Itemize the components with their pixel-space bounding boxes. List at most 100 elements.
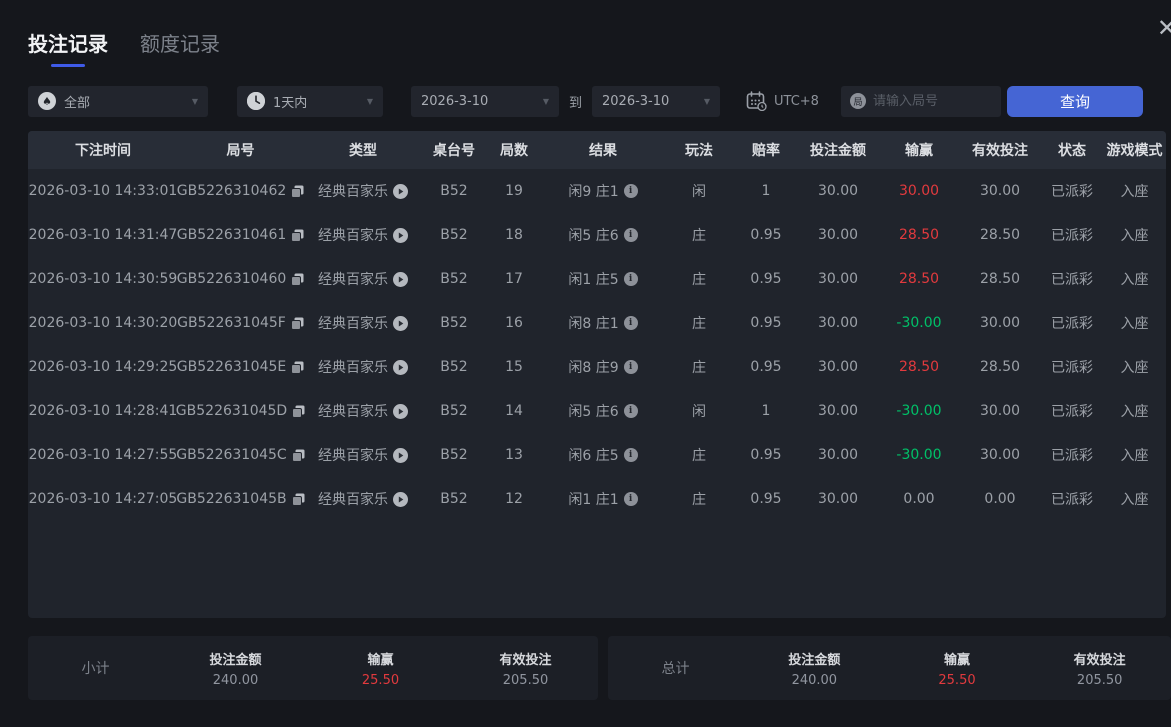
- cell-game-type: 经典百家乐: [303, 269, 423, 289]
- cell-valid-bet: 28.50: [979, 359, 1021, 375]
- cell-winloss: 30.00: [898, 183, 940, 199]
- tab-quota-records[interactable]: 额度记录: [140, 28, 220, 67]
- cell-odds: 0.95: [750, 359, 782, 375]
- cell-game-mode: 入座: [1120, 404, 1149, 420]
- header-result: 结果: [589, 143, 617, 159]
- bet-records-table: 下注时间 局号 类型 桌台号 局数 结果 玩法 赔率 投注金额 输赢 有效投注 …: [28, 131, 1166, 618]
- play-icon[interactable]: [393, 227, 408, 243]
- game-type-text: 经典百家乐: [318, 316, 388, 332]
- info-icon[interactable]: i: [623, 404, 638, 418]
- chevron-down-icon: ▼: [542, 96, 549, 106]
- cell-play: 闲: [692, 404, 706, 420]
- summary-row: 小计 投注金额 240.00 输赢 25.50 有效投注 205.50 总计 投…: [28, 636, 1171, 700]
- cell-status: 已派彩: [1051, 228, 1093, 244]
- round-search: 局: [840, 85, 1001, 117]
- result-text: 闲1 庄5: [568, 272, 619, 288]
- play-icon[interactable]: [393, 359, 408, 375]
- subtotal-winloss-value: 25.50: [361, 672, 400, 688]
- round-id-text: GB5226310460: [176, 271, 287, 287]
- time-range-select[interactable]: 1天内 ▼: [237, 85, 383, 117]
- cell-valid-bet: 28.50: [979, 271, 1021, 287]
- info-icon[interactable]: i: [623, 360, 638, 374]
- cell-odds: 1: [761, 183, 771, 199]
- table-row: 2026-03-10 14:27:05 GB522631045B 经典百家乐 B…: [28, 477, 1166, 521]
- total-valid-label: 有效投注: [1073, 652, 1126, 668]
- info-icon[interactable]: i: [623, 228, 638, 242]
- cell-game-mode: 入座: [1120, 228, 1149, 244]
- cell-bet-time: 2026-03-10 14:28:41: [28, 403, 178, 419]
- play-icon[interactable]: [393, 271, 408, 287]
- play-icon[interactable]: [393, 491, 408, 507]
- cell-winloss: 28.50: [898, 271, 940, 287]
- header-game-mode: 游戏模式: [1106, 143, 1163, 159]
- cell-table-no: B52: [440, 227, 468, 243]
- info-icon[interactable]: i: [623, 492, 638, 506]
- result-text: 闲8 庄9: [568, 360, 619, 376]
- info-icon[interactable]: i: [623, 316, 638, 330]
- timezone-group: UTC+8: [746, 91, 819, 111]
- round-id-text: GB522631045C: [176, 447, 287, 463]
- close-icon[interactable]: ✕: [1157, 16, 1171, 40]
- table-row: 2026-03-10 14:30:20 GB522631045F 经典百家乐 B…: [28, 301, 1166, 345]
- info-icon[interactable]: i: [623, 448, 638, 462]
- total-valid-value: 205.50: [1076, 672, 1123, 688]
- round-number-input[interactable]: [872, 93, 992, 109]
- cell-table-no: B52: [440, 359, 468, 375]
- round-number-icon: 局: [849, 93, 866, 109]
- cell-round-id: GB5226310462: [176, 183, 304, 199]
- cell-result: 闲9 庄1 i: [543, 181, 663, 201]
- cell-bet-time: 2026-03-10 14:27:55: [28, 447, 178, 463]
- round-id-text: GB522631045D: [175, 403, 288, 419]
- total-winloss-label: 输赢: [944, 652, 971, 668]
- result-text: 闲9 庄1: [568, 184, 619, 200]
- table-header-row: 下注时间 局号 类型 桌台号 局数 结果 玩法 赔率 投注金额 输赢 有效投注 …: [28, 131, 1166, 169]
- cell-round-no: 19: [505, 183, 523, 199]
- total-bet-value: 240.00: [791, 672, 838, 688]
- calendar-clock-icon[interactable]: [746, 91, 767, 111]
- cell-game-mode: 入座: [1120, 272, 1149, 288]
- table-row: 2026-03-10 14:29:25 GB522631045E 经典百家乐 B…: [28, 345, 1166, 389]
- cell-status: 已派彩: [1051, 404, 1093, 420]
- game-type-text: 经典百家乐: [318, 228, 388, 244]
- round-id-text: GB5226310461: [176, 227, 287, 243]
- query-button[interactable]: 查询: [1007, 85, 1143, 117]
- cell-table-no: B52: [440, 183, 468, 199]
- cell-table-no: B52: [440, 315, 468, 331]
- subtotal-valid: 有效投注 205.50: [453, 649, 598, 688]
- filter-bar: ♠ 全部 ▼ 1天内 ▼ 2026-3-10 ▼ 到 2026-3-10 ▼ U…: [28, 85, 1143, 117]
- cell-result: 闲5 庄6 i: [543, 225, 663, 245]
- cell-bet-amount: 30.00: [817, 271, 859, 287]
- table-row: 2026-03-10 14:27:55 GB522631045C 经典百家乐 B…: [28, 433, 1166, 477]
- cell-odds: 0.95: [750, 227, 782, 243]
- tab-bar: 投注记录 额度记录: [0, 0, 1171, 67]
- result-text: 闲1 庄1: [568, 492, 619, 508]
- play-icon[interactable]: [393, 447, 408, 463]
- play-icon[interactable]: [393, 403, 408, 419]
- date-to-picker[interactable]: 2026-3-10 ▼: [592, 85, 721, 117]
- play-icon[interactable]: [393, 183, 408, 199]
- info-icon[interactable]: i: [623, 184, 638, 198]
- cell-game-type: 经典百家乐: [303, 489, 423, 509]
- table-row: 2026-03-10 14:28:41 GB522631045D 经典百家乐 B…: [28, 389, 1166, 433]
- cell-round-id: GB522631045E: [177, 359, 304, 375]
- cell-valid-bet: 30.00: [979, 183, 1021, 199]
- cell-result: 闲5 庄6 i: [543, 401, 663, 421]
- copy-icon[interactable]: [290, 317, 304, 330]
- header-table-no: 桌台号: [433, 143, 475, 159]
- info-icon[interactable]: i: [623, 272, 638, 286]
- tab-bet-records[interactable]: 投注记录: [28, 28, 108, 67]
- cell-play: 庄: [692, 360, 706, 376]
- subtotal-bet-value: 240.00: [212, 672, 259, 688]
- game-type-select[interactable]: ♠ 全部 ▼: [28, 85, 208, 117]
- cell-valid-bet: 30.00: [979, 447, 1021, 463]
- cell-result: 闲8 庄1 i: [543, 313, 663, 333]
- date-from-picker[interactable]: 2026-3-10 ▼: [411, 85, 559, 117]
- cell-game-mode: 入座: [1120, 448, 1149, 464]
- play-icon[interactable]: [393, 315, 408, 331]
- cell-game-type: 经典百家乐: [303, 401, 423, 421]
- round-id-text: GB5226310462: [176, 183, 287, 199]
- cell-bet-time: 2026-03-10 14:30:59: [28, 271, 178, 287]
- cell-game-type: 经典百家乐: [303, 181, 423, 201]
- cell-status: 已派彩: [1051, 316, 1093, 332]
- cell-odds: 0.95: [750, 271, 782, 287]
